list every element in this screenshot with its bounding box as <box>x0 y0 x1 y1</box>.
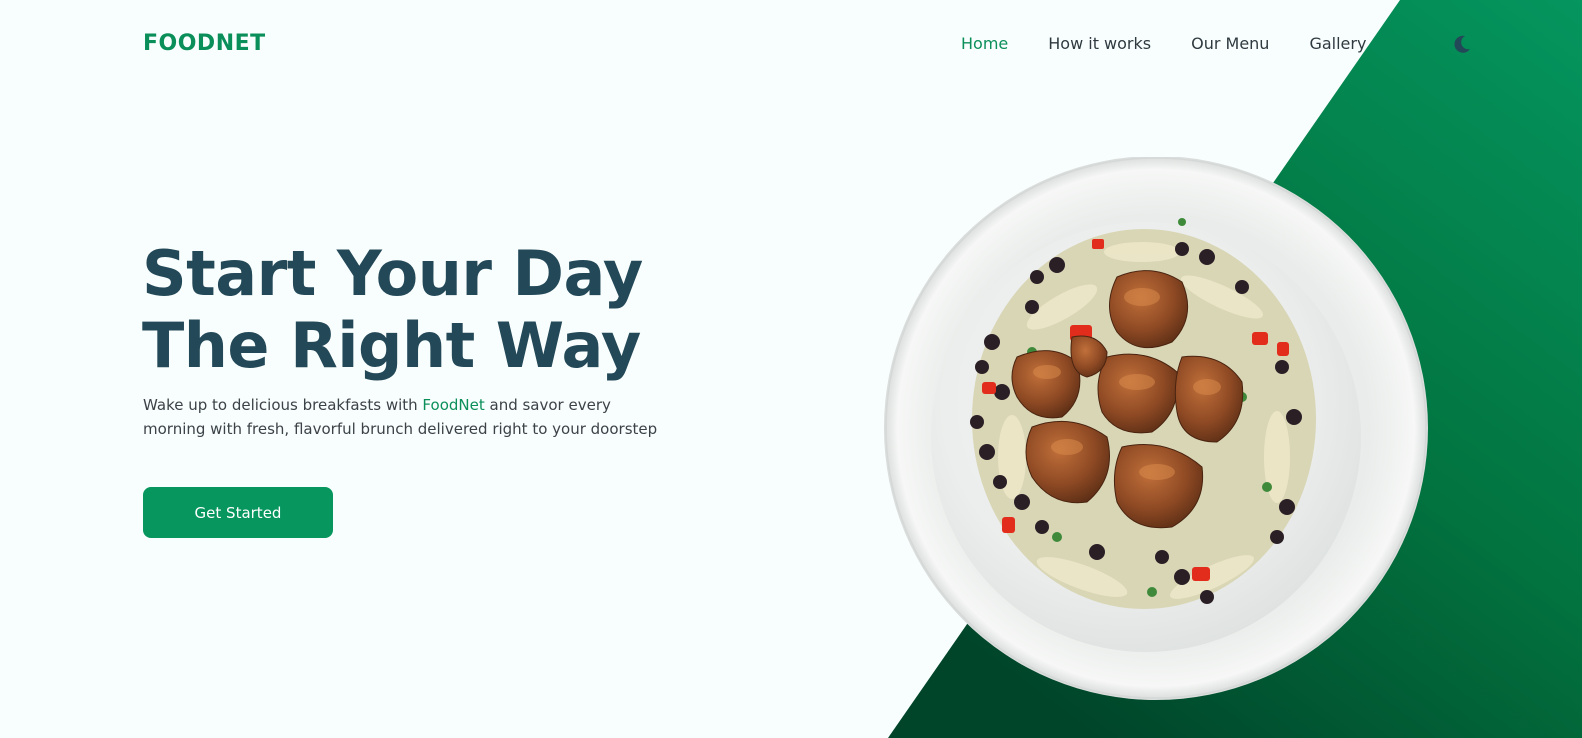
nav-how-it-works[interactable]: How it works <box>1048 34 1151 53</box>
site-header: FOODNET Home How it works Our Menu Galle… <box>143 0 1483 88</box>
subtitle-brand: FoodNet <box>422 396 485 414</box>
nav-home[interactable]: Home <box>961 34 1008 53</box>
food-plate-image <box>882 156 1430 700</box>
hero-title-line2: The Right Way <box>142 309 641 382</box>
hero-subtitle: Wake up to delicious breakfasts with Foo… <box>143 393 663 441</box>
nav-gallery[interactable]: Gallery <box>1309 34 1366 53</box>
logo[interactable]: FOODNET <box>143 31 266 56</box>
get-started-button[interactable]: Get Started <box>143 487 333 538</box>
main-nav: Home How it works Our Menu Gallery <box>961 34 1406 53</box>
hero-title-line1: Start Your Day <box>142 237 643 310</box>
subtitle-text-start: Wake up to delicious breakfasts with <box>143 396 423 414</box>
hero-title: Start Your Day The Right Way <box>142 238 702 382</box>
moon-icon[interactable] <box>1451 33 1473 55</box>
nav-our-menu[interactable]: Our Menu <box>1191 34 1269 53</box>
